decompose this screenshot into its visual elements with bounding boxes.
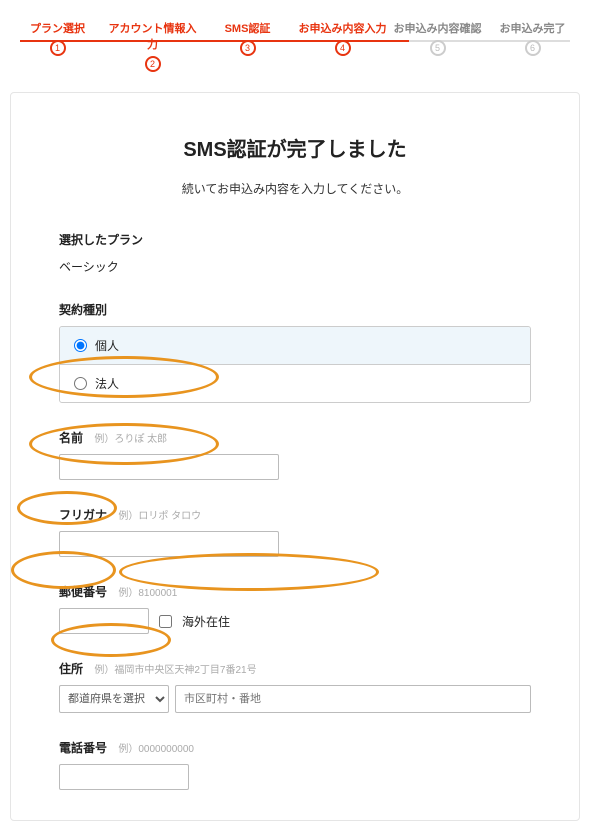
kana-field: フリガナ 例）ロリポ タロウ	[59, 506, 531, 557]
progress-step-label: お申込み完了	[485, 20, 580, 36]
progress-step: お申込み内容確認 5	[390, 20, 485, 72]
progress-step-dot: 5	[430, 40, 446, 56]
contract-type-option[interactable]: 個人	[60, 327, 530, 364]
progress-step-label: お申込み内容入力	[295, 20, 390, 36]
page-title: SMS認証が完了しました	[59, 133, 531, 162]
selected-plan-value: ベーシック	[59, 258, 531, 275]
postal-field: 郵便番号 例）8100001 海外在住	[59, 583, 531, 634]
overseas-checkbox-wrap[interactable]: 海外在住	[159, 613, 230, 630]
kana-label: フリガナ	[59, 506, 107, 523]
postal-hint: 例）8100001	[118, 588, 177, 599]
progress-step-label: プラン選択	[10, 20, 105, 36]
address-label: 住所	[59, 660, 83, 677]
progress-step: お申込み完了 6	[485, 20, 580, 72]
contract-type-radio-group: 個人法人	[59, 326, 531, 403]
name-hint: 例）ろりぽ 太郎	[94, 434, 167, 445]
phone-input[interactable]	[59, 764, 189, 790]
name-input[interactable]	[59, 454, 279, 480]
kana-input[interactable]	[59, 531, 279, 557]
contract-type-radio[interactable]	[74, 377, 87, 390]
progress-step: SMS認証 3	[200, 20, 295, 72]
overseas-checkbox[interactable]	[159, 615, 172, 628]
contract-type-label: 契約種別	[59, 301, 107, 318]
contract-type-option-label: 個人	[95, 337, 119, 354]
progress-step: アカウント情報入力 2	[105, 20, 200, 72]
name-label: 名前	[59, 429, 83, 446]
phone-field: 電話番号 例）0000000000	[59, 739, 531, 790]
overseas-label: 海外在住	[182, 613, 230, 630]
progress-step-dot: 1	[50, 40, 66, 56]
postal-label: 郵便番号	[59, 583, 107, 600]
prefecture-select[interactable]: 都道府県を選択	[59, 685, 169, 713]
phone-hint: 例）0000000000	[118, 744, 194, 755]
address-hint: 例）福岡市中央区天神2丁目7番21号	[94, 665, 256, 676]
contract-type-radio[interactable]	[74, 339, 87, 352]
progress-step-dot: 6	[525, 40, 541, 56]
city-input[interactable]	[175, 685, 531, 713]
progress-step-label: お申込み内容確認	[390, 20, 485, 36]
progress-step: お申込み内容入力 4	[295, 20, 390, 72]
contract-type-option[interactable]: 法人	[60, 364, 530, 402]
contract-type-option-label: 法人	[95, 375, 119, 392]
progress-step-dot: 4	[335, 40, 351, 56]
form-card: SMS認証が完了しました 続いてお申込み内容を入力してください。 選択したプラン…	[10, 92, 580, 821]
progress-step-label: アカウント情報入力	[105, 20, 200, 52]
kana-hint: 例）ロリポ タロウ	[118, 511, 201, 522]
name-field: 名前 例）ろりぽ 太郎	[59, 429, 531, 480]
page-subtitle: 続いてお申込み内容を入力してください。	[59, 180, 531, 197]
progress-step-dot: 2	[145, 56, 161, 72]
phone-label: 電話番号	[59, 739, 107, 756]
progress-bar: プラン選択 1 アカウント情報入力 2 SMS認証 3 お申込み内容入力 4 お申込み内容確認 5…	[0, 0, 590, 86]
contract-type-field: 契約種別 個人法人	[59, 301, 531, 403]
progress-step-dot: 3	[240, 40, 256, 56]
postal-input[interactable]	[59, 608, 149, 634]
progress-step-label: SMS認証	[200, 20, 295, 36]
selected-plan-label: 選択したプラン	[59, 231, 531, 248]
progress-step: プラン選択 1	[10, 20, 105, 72]
address-field: 住所 例）福岡市中央区天神2丁目7番21号 都道府県を選択	[59, 660, 531, 713]
